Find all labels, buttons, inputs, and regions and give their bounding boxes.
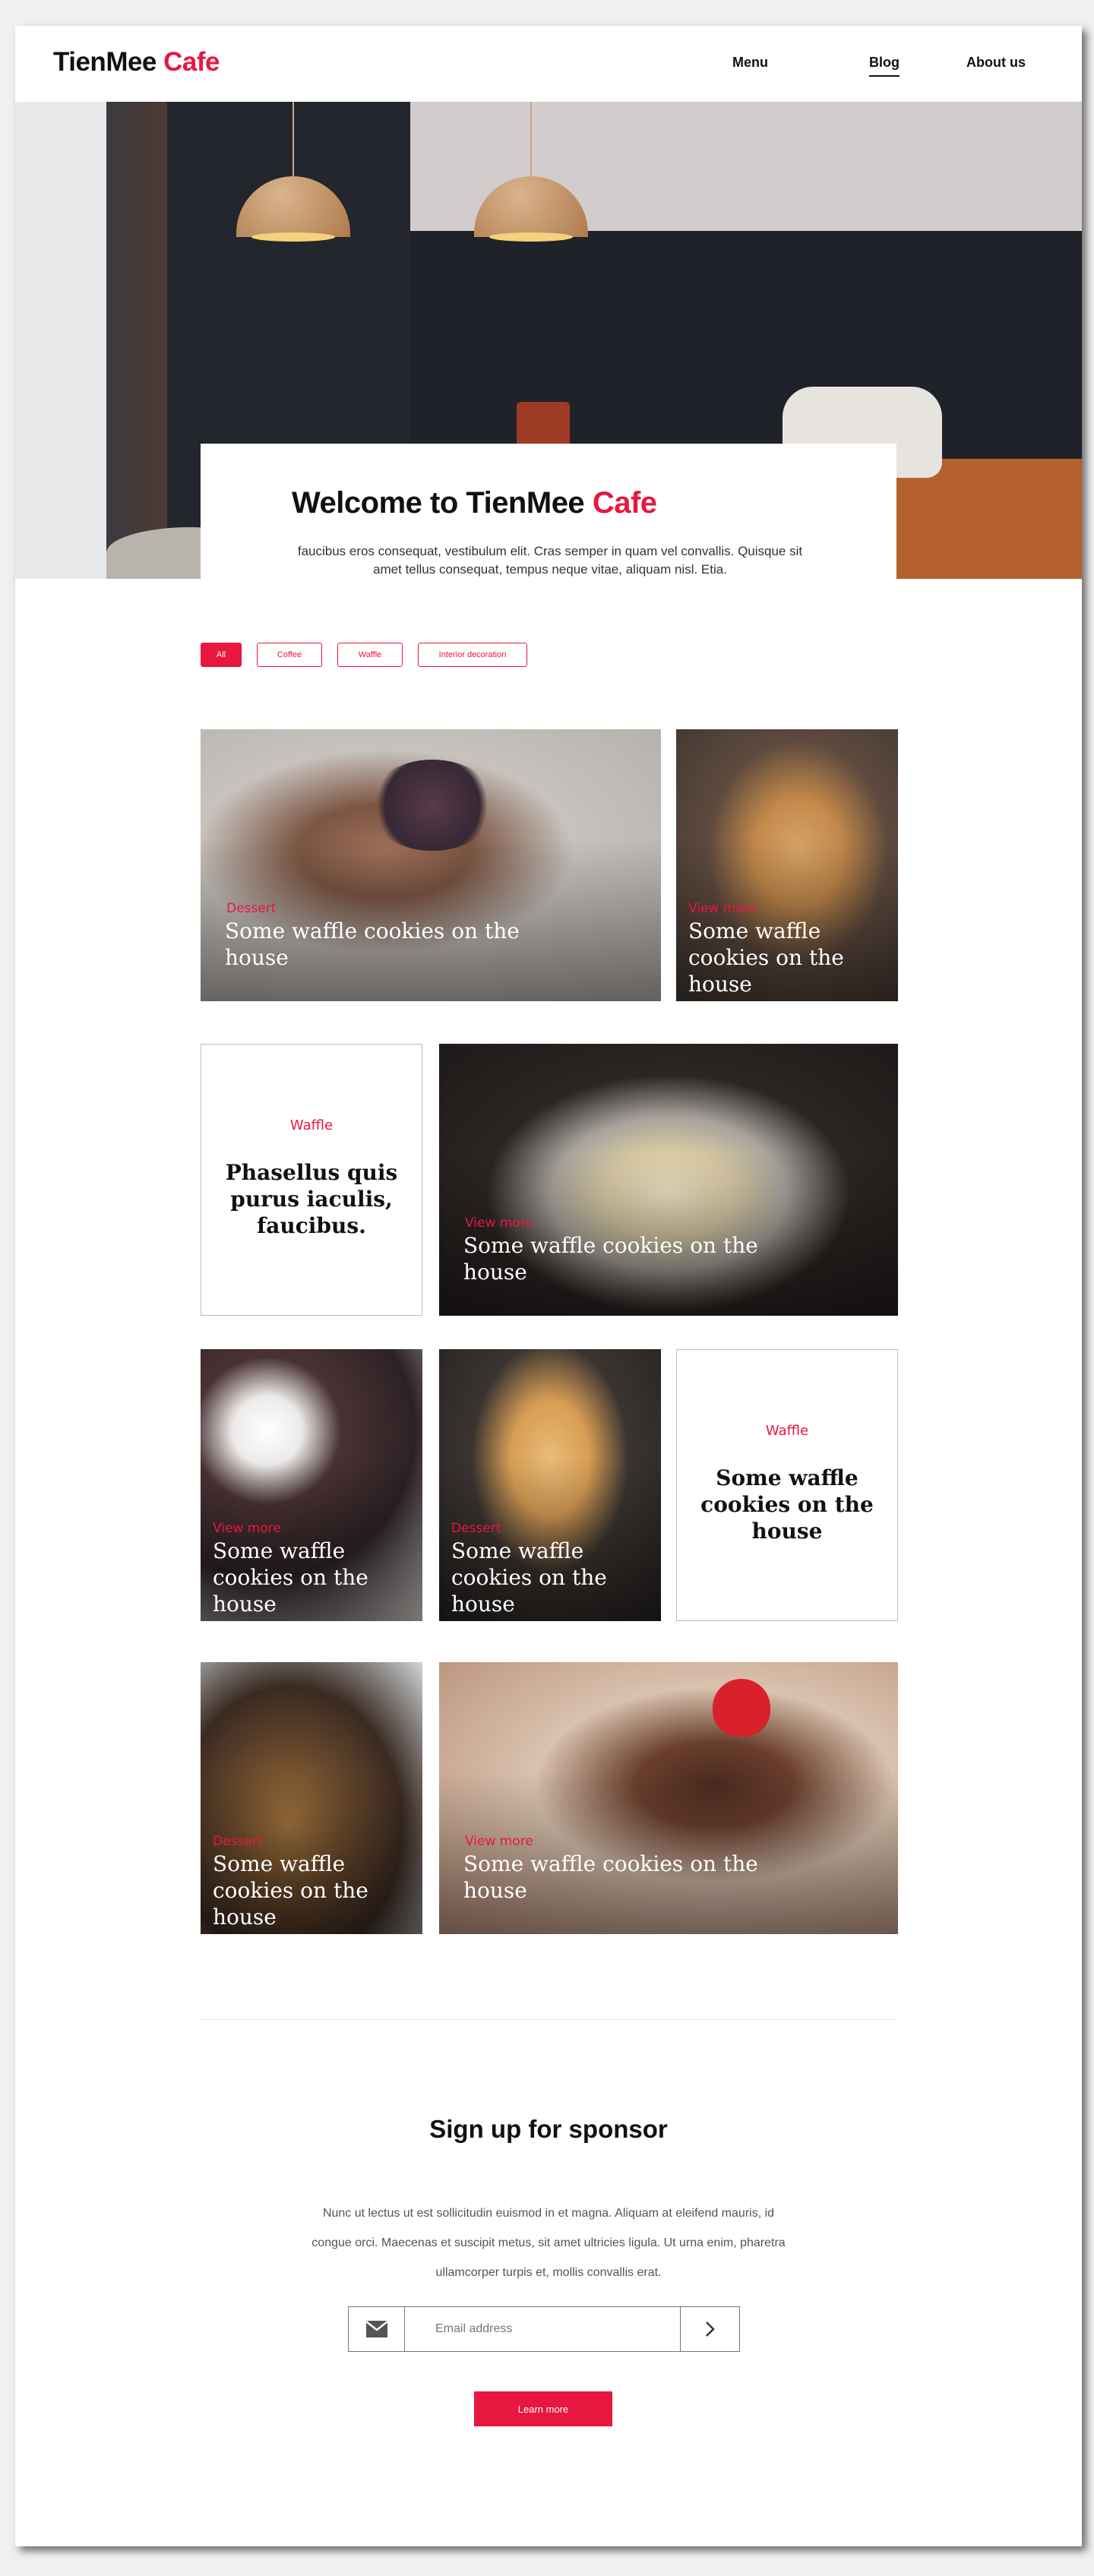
submit-arrow-button[interactable] (680, 2307, 739, 2351)
email-input[interactable] (405, 2307, 680, 2351)
post-card[interactable]: Waffle Some waffle cookies on the house (676, 1349, 898, 1621)
post-category: View more (465, 1834, 533, 1849)
post-tile[interactable]: Dessert Some waffle cookies on the house (439, 1349, 661, 1621)
post-category: View more (688, 901, 757, 916)
post-category: View more (465, 1215, 533, 1231)
post-category: View more (213, 1521, 281, 1536)
mail-icon (349, 2307, 405, 2351)
page-card: TienMee Cafe Menu Blog About us Welcome … (15, 26, 1082, 2546)
welcome-box: Welcome to TienMee Cafe faucibus eros co… (201, 444, 896, 611)
section-divider (201, 2019, 896, 2020)
berries (368, 760, 497, 851)
sponsor-title: Sign up for sponsor (429, 2115, 668, 2143)
post-title: Some waffle cookies on the house (213, 1538, 368, 1617)
post-title: Some waffle cookies on the house (700, 1465, 874, 1544)
post-title: Some waffle cookies on the house (451, 1538, 607, 1617)
nav-about-us[interactable]: About us (966, 55, 1026, 71)
post-tile[interactable]: Dessert Some waffle cookies on the house (201, 729, 661, 1001)
post-tile[interactable]: View more Some waffle cookies on the hou… (439, 1662, 898, 1934)
post-category: Dessert (451, 1521, 501, 1536)
post-category: Dessert (226, 901, 277, 916)
post-title: Some waffle cookies on the house (213, 1851, 368, 1930)
nav-blog[interactable]: Blog (869, 55, 900, 77)
site-header: TienMee Cafe Menu Blog About us (15, 26, 1082, 102)
post-card[interactable]: Waffle Phasellus quis purus iaculis, fau… (201, 1044, 422, 1316)
hero-title: Welcome to TienMee Cafe (292, 486, 657, 520)
filter-waffle[interactable]: Waffle (337, 643, 403, 667)
post-category: Dessert (213, 1834, 263, 1849)
post-category: Waffle (289, 1117, 334, 1133)
strawberry (713, 1679, 770, 1737)
sponsor-text: Nunc ut lectus ut est sollicitudin euism… (311, 2207, 786, 2279)
email-signup-form (348, 2306, 740, 2352)
filter-all[interactable]: All (201, 643, 242, 667)
post-tile[interactable]: View more Some waffle cookies on the hou… (201, 1349, 422, 1621)
filter-interior-decoration[interactable]: Interior decoration (418, 643, 527, 667)
post-tile[interactable]: Dessert Some waffle cookies on the house (201, 1662, 422, 1934)
post-title: Phasellus quis purus iaculis, faucibus. (225, 1160, 398, 1238)
hero-text: faucibus eros consequat, vestibulum elit… (297, 544, 803, 577)
post-title: Some waffle cookies on the house (463, 1233, 758, 1285)
post-tile[interactable]: View more Some waffle cookies on the hou… (676, 729, 898, 1001)
post-title: Some waffle cookies on the house (463, 1851, 758, 1903)
post-title: Some waffle cookies on the house (225, 918, 520, 970)
post-title: Some waffle cookies on the house (688, 918, 844, 997)
nav-menu[interactable]: Menu (732, 55, 768, 71)
post-tile[interactable]: View more Some waffle cookies on the hou… (439, 1044, 898, 1316)
site-logo[interactable]: TienMee Cafe (53, 47, 220, 77)
logo-accent: Cafe (163, 47, 220, 77)
logo-main: TienMee (53, 47, 157, 77)
chevron-right-icon (705, 2322, 715, 2337)
filter-coffee[interactable]: Coffee (257, 643, 322, 667)
post-category: Waffle (765, 1423, 809, 1439)
learn-more-button[interactable]: Learn more (474, 2391, 612, 2426)
